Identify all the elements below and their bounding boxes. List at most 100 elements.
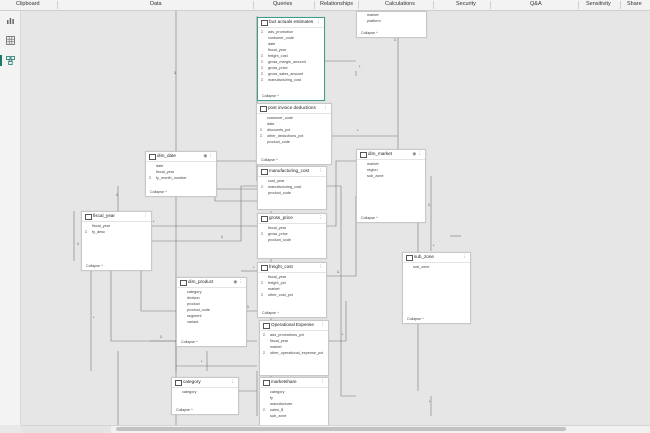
- scrollbar-thumb[interactable]: [116, 427, 566, 431]
- collapse-toggle[interactable]: Collapse ^: [262, 311, 279, 315]
- ribbon-separator: [314, 1, 315, 9]
- collapse-toggle[interactable]: Collapse ^: [361, 31, 378, 35]
- field-row[interactable]: product_code: [258, 191, 326, 197]
- field-row[interactable]: sub_zone: [403, 265, 470, 271]
- cardinality-label: *: [342, 333, 344, 337]
- field-row[interactable]: variant: [177, 320, 246, 326]
- table-card-operational-expense[interactable]: Operational Expense ⋮ Σads_promotions_pc…: [259, 320, 329, 376]
- more-options-icon[interactable]: ⋮: [231, 379, 236, 385]
- table-view-icon[interactable]: [5, 36, 15, 45]
- collapse-toggle[interactable]: Collapse ^: [262, 94, 279, 98]
- ribbon-group-data[interactable]: Data: [150, 1, 162, 7]
- table-card-fact-actuals-estimates[interactable]: fact actuals estimates ⋮ Σads_promotion …: [257, 17, 325, 101]
- cardinality-label: *: [93, 316, 95, 320]
- collapse-toggle[interactable]: Collapse ^: [261, 158, 278, 162]
- more-options-icon[interactable]: ⋮: [321, 379, 326, 385]
- table-card-dim-date[interactable]: dim_date ◉ ⋮ date fiscal_year Σfy_month_…: [145, 151, 217, 197]
- table-card-header[interactable]: fiscal_year ⋮: [82, 212, 151, 222]
- more-options-icon[interactable]: ⋮: [319, 264, 324, 270]
- field-row[interactable]: platform: [357, 19, 426, 25]
- table-card-header[interactable]: dim_date ◉ ⋮: [146, 152, 216, 162]
- ribbon-separator: [57, 1, 58, 9]
- table-card-header[interactable]: Operational Expense ⋮: [260, 321, 328, 331]
- table-card-header[interactable]: marketshare ⋮: [260, 378, 328, 388]
- visibility-icon[interactable]: ◉ ⋮: [412, 151, 422, 157]
- table-card-partial[interactable]: market platform Collapse ^: [356, 11, 427, 38]
- ribbon-group-sensitivity[interactable]: Sensitivity: [586, 1, 611, 7]
- field-list: customer_code date Σdiscounts_pct Σother…: [257, 114, 331, 146]
- field-row[interactable]: Σfy_desc: [82, 230, 151, 236]
- table-card-post-invoice-deductions[interactable]: post invoice deductions ⋮ customer_code …: [256, 103, 332, 165]
- collapse-toggle[interactable]: Collapse ^: [407, 317, 424, 321]
- table-card-manufacturing-cost[interactable]: manufacturing_cost ⋮ cost_year Σmanufact…: [257, 166, 327, 210]
- table-card-header[interactable]: dim_market ◉ ⋮: [357, 150, 425, 160]
- field-row[interactable]: Σother_operational_expense_pct: [260, 351, 328, 357]
- table-card-sub-zone[interactable]: sub_zone ⋮ sub_zone Collapse ^: [402, 252, 471, 324]
- collapse-toggle[interactable]: Collapse ^: [181, 340, 198, 344]
- table-card-header[interactable]: gross_price ⋮: [258, 214, 326, 224]
- table-card-header[interactable]: manufacturing_cost ⋮: [258, 167, 326, 177]
- ribbon-group-queries[interactable]: Queries: [273, 1, 292, 7]
- more-options-icon[interactable]: ⋮: [317, 19, 322, 25]
- sum-icon: Σ: [149, 176, 152, 180]
- table-card-header[interactable]: category ⋮: [172, 378, 238, 388]
- more-options-icon[interactable]: ⋮: [319, 168, 324, 174]
- field-row[interactable]: product_code: [257, 140, 331, 146]
- collapse-toggle[interactable]: Collapse ^: [361, 216, 378, 220]
- sum-icon: Σ: [260, 134, 263, 138]
- ribbon-group-calculations[interactable]: Calculations: [385, 1, 415, 7]
- sum-icon: Σ: [85, 230, 88, 234]
- model-canvas[interactable]: 1 * 1 * 1 * 1 * 1 * 1 * 1 * 1 * 1 * 1 * …: [21, 11, 650, 427]
- table-card-header[interactable]: freight_cost ⋮: [258, 263, 326, 273]
- table-card-freight-cost[interactable]: freight_cost ⋮ fiscal_year Σfreight_pct …: [257, 262, 327, 318]
- ribbon-group-clipboard[interactable]: Clipboard: [16, 1, 40, 7]
- sum-icon: Σ: [263, 351, 266, 355]
- table-card-dim-product[interactable]: dim_product ◉ ⋮ category division produc…: [176, 277, 247, 347]
- ribbon-separator: [358, 1, 359, 9]
- ribbon-group-security[interactable]: Security: [456, 1, 476, 7]
- collapse-toggle[interactable]: Collapse ^: [176, 408, 193, 412]
- field-list: sub_zone: [403, 263, 470, 271]
- table-title: Operational Expense: [271, 322, 314, 327]
- more-options-icon[interactable]: ⋮: [463, 254, 468, 260]
- field-list: Σads_promotions_pct fiscal_year market Σ…: [260, 331, 328, 357]
- table-card-header[interactable]: fact actuals estimates ⋮: [258, 18, 324, 28]
- table-card-fiscal-year[interactable]: fiscal_year ⋮ fiscal_year Σfy_desc Colla…: [81, 211, 152, 271]
- model-view-icon[interactable]: [5, 56, 15, 65]
- visibility-icon[interactable]: ◉ ⋮: [233, 279, 243, 285]
- collapse-toggle[interactable]: Collapse ^: [86, 264, 103, 268]
- field-row[interactable]: sub_zone: [260, 414, 328, 420]
- ribbon-group-qa[interactable]: Q&A: [530, 1, 542, 7]
- table-icon: [406, 255, 413, 261]
- visibility-icon[interactable]: ◉ ⋮: [203, 153, 213, 159]
- more-options-icon[interactable]: ⋮: [321, 322, 326, 328]
- active-view-indicator: [0, 55, 2, 66]
- sum-icon: Σ: [261, 60, 264, 64]
- table-card-gross-price[interactable]: gross_price ⋮ fiscal_year Σgross_price p…: [257, 213, 327, 259]
- field-row[interactable]: product_code: [258, 238, 326, 244]
- table-card-header[interactable]: post invoice deductions ⋮: [257, 104, 331, 114]
- table-card-header[interactable]: sub_zone ⋮: [403, 253, 470, 263]
- more-options-icon[interactable]: ⋮: [319, 215, 324, 221]
- more-options-icon[interactable]: ⋮: [144, 213, 149, 219]
- table-card-header[interactable]: dim_product ◉ ⋮: [177, 278, 246, 288]
- collapse-toggle[interactable]: Collapse ^: [150, 190, 167, 194]
- ribbon-group-relationships[interactable]: Relationships: [320, 1, 353, 7]
- table-card-marketshare[interactable]: marketshare ⋮ category fy manufacturer Σ…: [259, 377, 329, 427]
- sum-icon: Σ: [261, 232, 264, 236]
- sum-icon: Σ: [261, 185, 264, 189]
- field-row[interactable]: sub_zone: [357, 174, 425, 180]
- table-title: freight_cost: [269, 264, 293, 269]
- cardinality-label: 1: [174, 71, 176, 75]
- sum-icon: Σ: [261, 293, 264, 297]
- field-row[interactable]: Σother_cost_pct: [258, 293, 326, 299]
- field-row[interactable]: category: [172, 390, 238, 396]
- ribbon-separator: [620, 1, 621, 9]
- report-view-icon[interactable]: [5, 16, 15, 25]
- table-card-category[interactable]: category ⋮ category Collapse ^: [171, 377, 239, 415]
- ribbon-group-share[interactable]: Share: [627, 1, 642, 7]
- table-card-dim-market[interactable]: dim_market ◉ ⋮ market region sub_zone Co…: [356, 149, 426, 223]
- field-row[interactable]: Σmanufacturing_cost: [258, 78, 324, 84]
- field-row[interactable]: Σfy_month_number: [146, 176, 216, 182]
- more-options-icon[interactable]: ⋮: [324, 105, 329, 111]
